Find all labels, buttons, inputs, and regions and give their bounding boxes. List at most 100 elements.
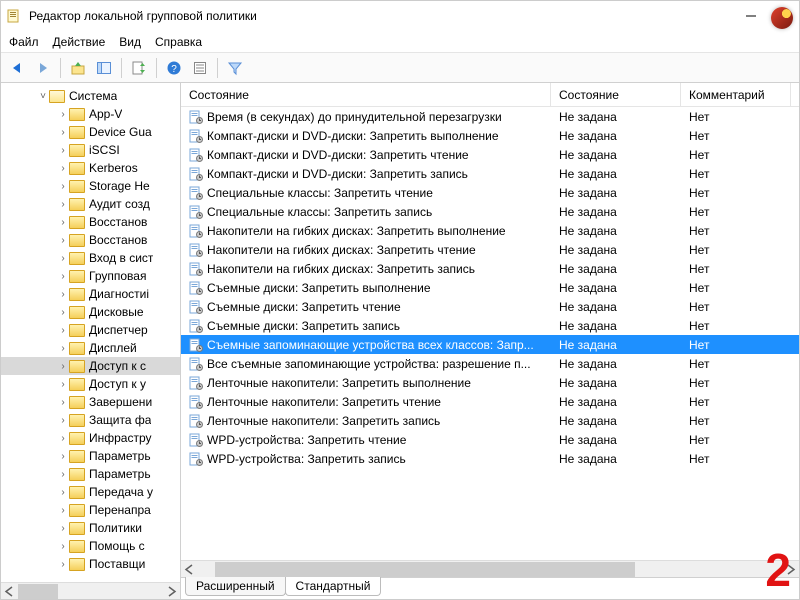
tree-node[interactable]: ›Аудит созд	[1, 195, 180, 213]
expand-collapse-icon[interactable]: ›	[57, 307, 69, 318]
menu-help[interactable]: Справка	[155, 35, 202, 49]
expand-collapse-icon[interactable]: ›	[57, 379, 69, 390]
expand-collapse-icon[interactable]: ›	[57, 181, 69, 192]
expand-collapse-icon[interactable]: ›	[57, 505, 69, 516]
tree-node[interactable]: ›Дисплей	[1, 339, 180, 357]
expand-collapse-icon[interactable]: ›	[57, 433, 69, 444]
tree-node[interactable]: ›Помощь с	[1, 537, 180, 555]
expand-collapse-icon[interactable]: ›	[57, 145, 69, 156]
tree-node[interactable]: ›Защита фа	[1, 411, 180, 429]
expand-collapse-icon[interactable]: ›	[57, 271, 69, 282]
policy-row[interactable]: Специальные классы: Запретить чтениеНе з…	[181, 183, 799, 202]
tree-node[interactable]: ›Параметрь	[1, 465, 180, 483]
expand-collapse-icon[interactable]: ›	[57, 487, 69, 498]
scrollbar-thumb[interactable]	[215, 562, 635, 577]
tree-node[interactable]: ›Восстанов	[1, 213, 180, 231]
policy-icon	[189, 319, 203, 333]
policy-row[interactable]: Ленточные накопители: Запретить чтениеНе…	[181, 392, 799, 411]
tree-node[interactable]: ›Политики	[1, 519, 180, 537]
expand-collapse-icon[interactable]: ›	[57, 415, 69, 426]
menu-view[interactable]: Вид	[119, 35, 141, 49]
tree-node[interactable]: ›Передача у	[1, 483, 180, 501]
help-button[interactable]: ?	[162, 56, 186, 80]
expand-collapse-icon[interactable]: ›	[57, 559, 69, 570]
scrollbar-thumb[interactable]	[18, 584, 58, 599]
expand-collapse-icon[interactable]: ›	[57, 469, 69, 480]
expand-collapse-icon[interactable]: ›	[57, 109, 69, 120]
expand-collapse-icon[interactable]: ›	[57, 541, 69, 552]
column-header-name[interactable]: Состояние	[181, 83, 551, 106]
console-tree[interactable]: ˅Система›App-V›Device Gua›iSCSI›Kerberos…	[1, 83, 180, 582]
menubar: Файл Действие Вид Справка	[1, 31, 799, 53]
tree-horizontal-scrollbar[interactable]	[1, 582, 180, 599]
back-button[interactable]	[5, 56, 29, 80]
tree-node[interactable]: ›Вход в сист	[1, 249, 180, 267]
policy-row[interactable]: Компакт-диски и DVD-диски: Запретить вып…	[181, 126, 799, 145]
expand-collapse-icon[interactable]: ›	[57, 253, 69, 264]
policy-row[interactable]: Съемные запоминающие устройства всех кла…	[181, 335, 799, 354]
show-hide-tree-button[interactable]	[92, 56, 116, 80]
filter-button[interactable]	[223, 56, 247, 80]
tree-node[interactable]: ›Групповая	[1, 267, 180, 285]
policy-row[interactable]: Накопители на гибких дисках: Запретить з…	[181, 259, 799, 278]
expand-collapse-icon[interactable]: ›	[57, 451, 69, 462]
tree-node[interactable]: ›Перенапра	[1, 501, 180, 519]
tab-extended[interactable]: Расширенный	[185, 577, 286, 596]
tree-node[interactable]: ›Диагностиі	[1, 285, 180, 303]
tree-node[interactable]: ›Восстанов	[1, 231, 180, 249]
expand-collapse-icon[interactable]: ›	[57, 235, 69, 246]
policy-row[interactable]: Компакт-диски и DVD-диски: Запретить зап…	[181, 164, 799, 183]
policy-row[interactable]: Специальные классы: Запретить записьНе з…	[181, 202, 799, 221]
minimize-button[interactable]	[745, 10, 757, 22]
export-button[interactable]	[127, 56, 151, 80]
policy-row[interactable]: Накопители на гибких дисках: Запретить в…	[181, 221, 799, 240]
expand-collapse-icon[interactable]: ›	[57, 343, 69, 354]
policy-row[interactable]: Съемные диски: Запретить записьНе задана…	[181, 316, 799, 335]
policy-row[interactable]: Ленточные накопители: Запретить выполнен…	[181, 373, 799, 392]
expand-collapse-icon[interactable]: ›	[57, 289, 69, 300]
column-header-state[interactable]: Состояние	[551, 83, 681, 106]
policy-row[interactable]: Накопители на гибких дисках: Запретить ч…	[181, 240, 799, 259]
tab-standard[interactable]: Стандартный	[285, 577, 382, 596]
forward-button[interactable]	[31, 56, 55, 80]
policy-row[interactable]: Все съемные запоминающие устройства: раз…	[181, 354, 799, 373]
list-horizontal-scrollbar[interactable]	[181, 560, 799, 577]
expand-collapse-icon[interactable]: ˅	[37, 91, 49, 102]
tree-node[interactable]: ›Дисковые	[1, 303, 180, 321]
tree-node[interactable]: ›Kerberos	[1, 159, 180, 177]
tree-node[interactable]: ›Диспетчер	[1, 321, 180, 339]
expand-collapse-icon[interactable]: ›	[57, 127, 69, 138]
policy-row[interactable]: WPD-устройства: Запретить записьНе задан…	[181, 449, 799, 468]
policy-row[interactable]: Время (в секундах) до принудительной пер…	[181, 107, 799, 126]
expand-collapse-icon[interactable]: ›	[57, 523, 69, 534]
policy-row[interactable]: Компакт-диски и DVD-диски: Запретить чте…	[181, 145, 799, 164]
policy-list[interactable]: Время (в секундах) до принудительной пер…	[181, 107, 799, 560]
policy-row[interactable]: WPD-устройства: Запретить чтениеНе задан…	[181, 430, 799, 449]
tree-node[interactable]: ›Поставщи	[1, 555, 180, 573]
menu-action[interactable]: Действие	[53, 35, 106, 49]
up-button[interactable]	[66, 56, 90, 80]
expand-collapse-icon[interactable]: ›	[57, 397, 69, 408]
expand-collapse-icon[interactable]: ›	[57, 325, 69, 336]
tree-node[interactable]: ›App-V	[1, 105, 180, 123]
column-header-comment[interactable]: Комментарий	[681, 83, 791, 106]
tree-node[interactable]: ›Storage He	[1, 177, 180, 195]
tree-node[interactable]: ›Параметрь	[1, 447, 180, 465]
policy-row[interactable]: Съемные диски: Запретить чтениеНе задана…	[181, 297, 799, 316]
tree-node[interactable]: ›iSCSI	[1, 141, 180, 159]
tree-node-system[interactable]: ˅Система	[1, 87, 180, 105]
tree-node[interactable]: ›Device Gua	[1, 123, 180, 141]
expand-collapse-icon[interactable]: ›	[57, 199, 69, 210]
expand-collapse-icon[interactable]: ›	[57, 163, 69, 174]
folder-icon	[69, 270, 85, 283]
expand-collapse-icon[interactable]: ›	[57, 217, 69, 228]
menu-file[interactable]: Файл	[9, 35, 39, 49]
expand-collapse-icon[interactable]: ›	[57, 361, 69, 372]
tree-node[interactable]: ›Доступ к с	[1, 357, 180, 375]
tree-node[interactable]: ›Доступ к у	[1, 375, 180, 393]
tree-node[interactable]: ›Завершени	[1, 393, 180, 411]
properties-button[interactable]	[188, 56, 212, 80]
policy-row[interactable]: Ленточные накопители: Запретить записьНе…	[181, 411, 799, 430]
policy-row[interactable]: Съемные диски: Запретить выполнениеНе за…	[181, 278, 799, 297]
tree-node[interactable]: ›Инфрастру	[1, 429, 180, 447]
